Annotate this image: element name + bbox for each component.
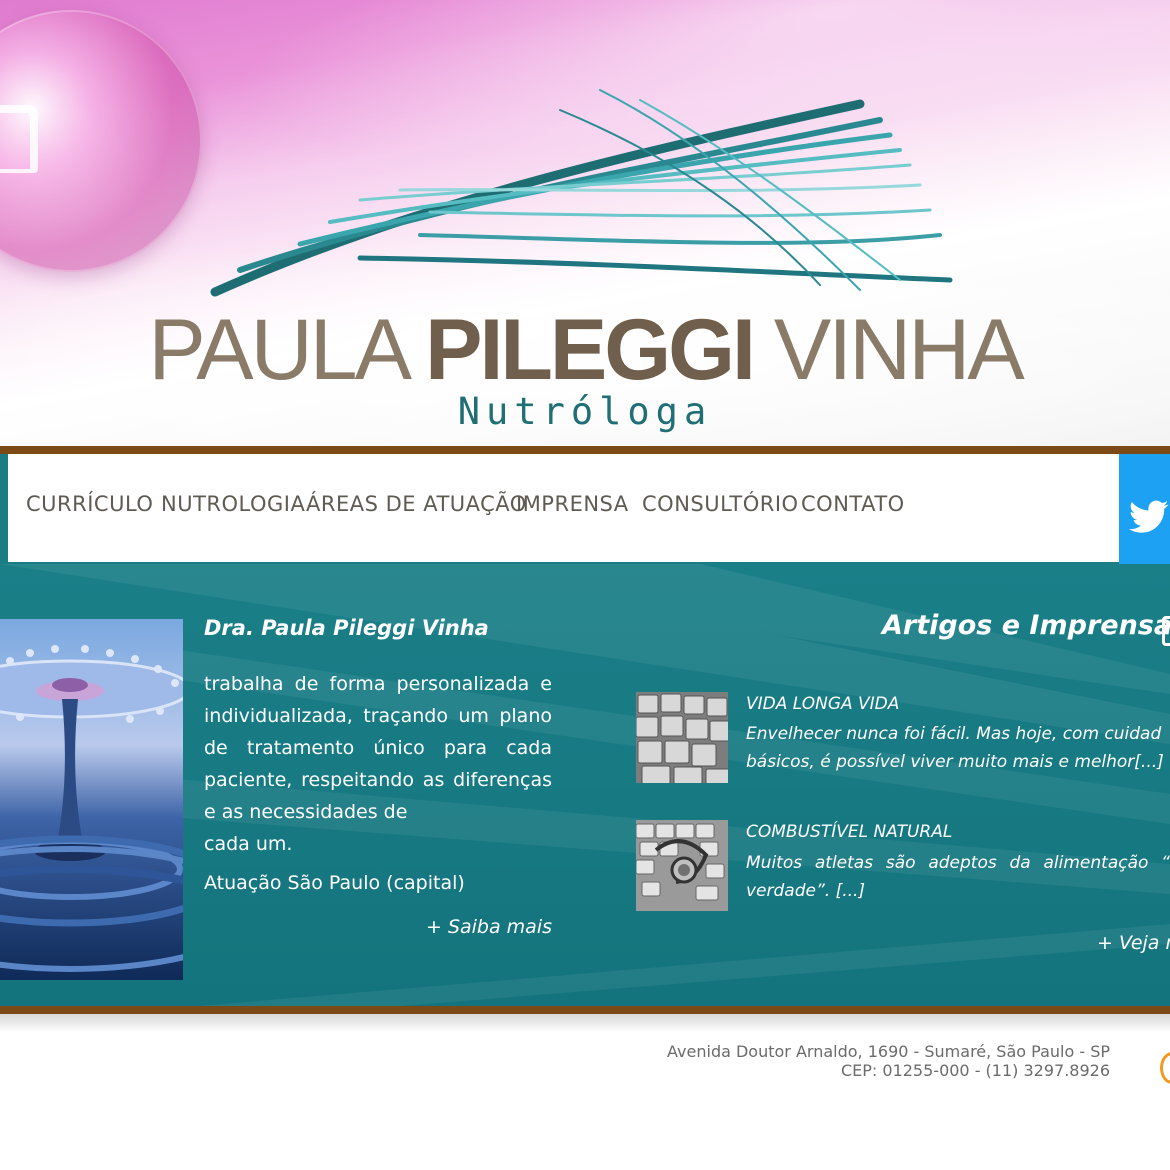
logo-wordmark: PAULA PILEGGI VINHA (0, 300, 1170, 400)
location-icon[interactable] (1160, 1052, 1170, 1084)
articles-section-title: Artigos e Imprensa (882, 610, 1170, 641)
logo-last-name: VINHA (752, 302, 1025, 398)
address-line: CEP: 01255-000 - (11) 3297.8926 (840, 1061, 1110, 1080)
address-line: Avenida Doutor Arnaldo, 1690 - Sumaré, S… (667, 1042, 1110, 1061)
feather-logo-icon (210, 89, 953, 297)
intro-text-line: cada um. (204, 833, 293, 855)
nav-menu: CURRÍCULO NUTROLOGIA ÁREAS DE ATUAÇÃO IM… (8, 454, 1119, 562)
logo-first-name: PAULA (148, 302, 426, 398)
header-banner: PAULA PILEGGI VINHA Nutróloga (0, 0, 1170, 446)
intro-text-line: individualizada, traçando um plano (204, 705, 552, 727)
article-excerpt: Muitos atletas são adeptos da alimentaçã… (746, 853, 1170, 873)
article-title[interactable]: COMBUSTÍVEL NATURAL (746, 822, 952, 842)
veja-mais-link[interactable]: + Veja m (1097, 932, 1170, 954)
top-divider (0, 446, 1170, 454)
navbar: CURRÍCULO NUTROLOGIA ÁREAS DE ATUAÇÃO IM… (0, 454, 1170, 575)
water-drop-photo (0, 619, 183, 980)
nav-item-areas-de-atuacao[interactable]: ÁREAS DE ATUAÇÃO (306, 492, 527, 516)
intro-text-line: paciente, respeitando as diferenças (204, 769, 552, 791)
intro-text-line: e as necessidades de (204, 801, 408, 823)
logo-middle-name: PILEGGI (425, 302, 756, 398)
article-thumbnail-keyboard[interactable] (636, 692, 728, 783)
water-crown-image (0, 619, 183, 980)
keyboard-keys-image (636, 692, 728, 783)
logo-subtitle: Nutróloga (457, 390, 713, 433)
article-excerpt: Envelhecer nunca foi fácil. Mas hoje, co… (746, 724, 1162, 744)
rss-icon[interactable] (1162, 616, 1170, 646)
nav-item-nutrologia[interactable]: NUTROLOGIA (161, 492, 305, 516)
nav-item-consultorio[interactable]: CONSULTÓRIO (642, 492, 799, 516)
saiba-mais-link[interactable]: + Saiba mais (380, 916, 552, 938)
article-excerpt: básicos, é possível viver muito mais e m… (746, 752, 1164, 772)
intro-text-line: trabalha de forma personalizada e (204, 673, 552, 695)
twitter-button[interactable] (1119, 454, 1170, 575)
intro-text-line: de tratamento único para cada (204, 737, 552, 759)
nav-item-contato[interactable]: CONTATO (801, 492, 905, 516)
article-thumbnail-stethoscope[interactable] (636, 820, 728, 911)
article-excerpt: verdade”. [...] (746, 881, 866, 901)
twitter-icon (1129, 500, 1169, 533)
footer-address: Avenida Doutor Arnaldo, 1690 - Sumaré, S… (667, 1042, 1110, 1080)
article-title[interactable]: VIDA LONGA VIDA (746, 694, 899, 714)
nav-item-imprensa[interactable]: IMPRENSA (516, 492, 629, 516)
nav-item-curriculo[interactable]: CURRÍCULO (26, 492, 153, 516)
footer-shadow (0, 1014, 1170, 1032)
intro-location: Atuação São Paulo (capital) (204, 872, 465, 894)
intro-text: trabalha de forma personalizada e indivi… (204, 668, 552, 860)
stethoscope-keyboard-image (636, 820, 728, 911)
bottom-divider (0, 1006, 1170, 1014)
intro-title: Dra. Paula Pileggi Vinha (204, 616, 489, 640)
